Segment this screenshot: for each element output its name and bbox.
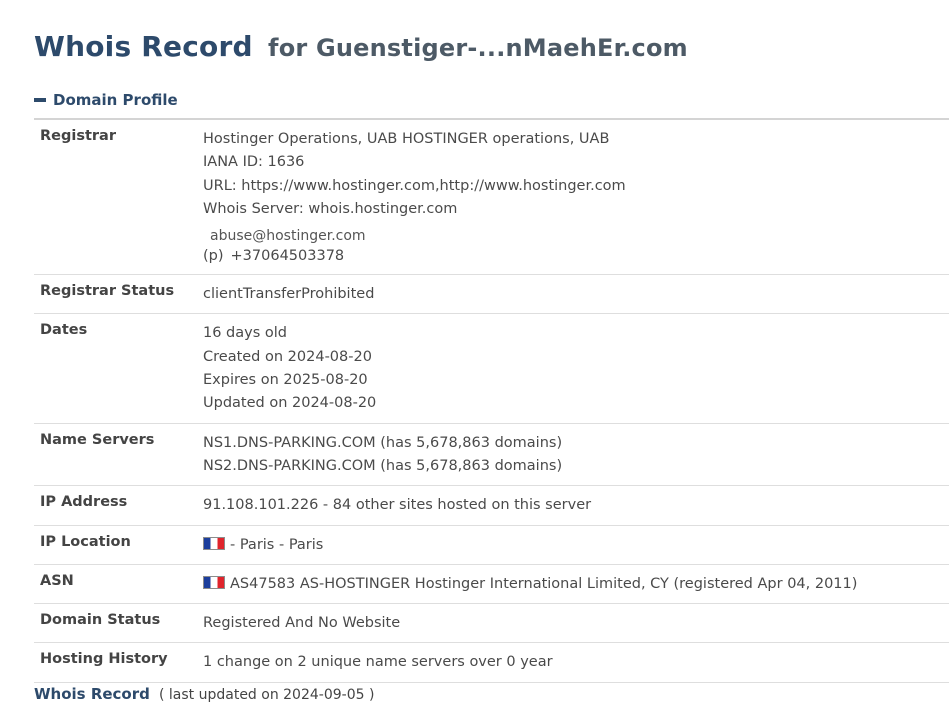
hosting-history-value: 1 change on 2 unique name servers over 0… — [203, 654, 553, 671]
phone-prefix: (p) — [203, 248, 224, 265]
whois-record-footer: Whois Record ( last updated on 2024-09-0… — [34, 684, 374, 703]
dates-label: Dates — [40, 322, 88, 339]
row-registrar-status: Registrar Status clientTransferProhibite… — [34, 275, 949, 315]
asn-text: AS47583 AS-HOSTINGER Hostinger Internati… — [230, 575, 858, 592]
registrar-status-label: Registrar Status — [40, 283, 175, 300]
registrar-iana-id: IANA ID: 1636 — [203, 154, 305, 171]
ip-address-value: 91.108.101.226 - 84 other sites hosted o… — [203, 497, 592, 514]
last-updated-text: ( last updated on 2024-09-05 ) — [158, 687, 375, 703]
row-domain-status: Domain Status Registered And No Website — [34, 604, 949, 644]
asn-label: ASN — [40, 572, 74, 589]
registrar-whois-server: Whois Server: whois.hostinger.com — [203, 200, 458, 217]
registrar-url: URL: https://www.hostinger.com,http://ww… — [203, 177, 626, 194]
hosting-history-label: Hosting History — [40, 651, 168, 668]
row-hosting-history: Hosting History 1 change on 2 unique nam… — [34, 643, 949, 683]
name-servers-label: Name Servers — [40, 431, 155, 448]
name-server-1: NS1.DNS-PARKING.COM (has 5,678,863 domai… — [203, 434, 563, 451]
page-title-domain: for Guenstiger-...nMaehEr.com — [268, 34, 688, 62]
domain-profile-heading: Domain Profile — [53, 91, 178, 109]
france-flag-icon — [203, 536, 225, 550]
domain-age: 16 days old — [203, 325, 287, 342]
created-date: Created on 2024-08-20 — [203, 348, 372, 365]
domain-profile-table: Registrar Hostinger Operations, UAB HOST… — [34, 118, 949, 683]
row-ip-address: IP Address 91.108.101.226 - 84 other sit… — [34, 486, 949, 526]
domain-status-value: Registered And No Website — [203, 615, 401, 632]
ip-location-text: - Paris - Paris — [230, 536, 324, 553]
ip-address-label: IP Address — [40, 494, 128, 511]
domain-profile-toggle[interactable]: Domain Profile — [34, 90, 178, 110]
registrar-label: Registrar — [40, 128, 116, 144]
row-name-servers: Name Servers NS1.DNS-PARKING.COM (has 5,… — [34, 424, 949, 487]
page-title-main: Whois Record — [34, 30, 253, 63]
collapse-minus-icon[interactable] — [34, 98, 46, 102]
registrar-abuse-email: abuse@hostinger.com — [210, 228, 366, 245]
phone-number: +37064503378 — [230, 248, 345, 265]
row-ip-location: IP Location - Paris - Paris — [34, 526, 949, 565]
france-flag-icon — [203, 575, 225, 589]
updated-date: Updated on 2024-08-20 — [203, 395, 377, 412]
ip-location-value: - Paris - Paris — [203, 526, 949, 564]
dates-value: 16 days old Created on 2024-08-20 Expire… — [203, 314, 949, 422]
ip-location-label: IP Location — [40, 533, 131, 550]
registrar-status-value: clientTransferProhibited — [203, 286, 375, 303]
registrar-phone: (p) +37064503378 — [203, 245, 949, 267]
domain-status-label: Domain Status — [40, 612, 161, 629]
row-registrar: Registrar Hostinger Operations, UAB HOST… — [34, 120, 949, 276]
row-dates: Dates 16 days old Created on 2024-08-20 … — [34, 314, 949, 424]
name-servers-value: NS1.DNS-PARKING.COM (has 5,678,863 domai… — [203, 424, 949, 486]
name-server-2: NS2.DNS-PARKING.COM (has 5,678,863 domai… — [203, 457, 563, 474]
asn-value: AS47583 AS-HOSTINGER Hostinger Internati… — [203, 565, 949, 603]
registrar-name: Hostinger Operations, UAB HOSTINGER oper… — [203, 131, 610, 147]
expires-date: Expires on 2025-08-20 — [203, 372, 368, 389]
whois-record-heading: Whois Record — [34, 685, 150, 703]
page-title: Whois Record for Guenstiger-...nMaehEr.c… — [34, 26, 688, 64]
registrar-value: Hostinger Operations, UAB HOSTINGER oper… — [203, 120, 949, 274]
row-asn: ASN AS47583 AS-HOSTINGER Hostinger Inter… — [34, 565, 949, 605]
